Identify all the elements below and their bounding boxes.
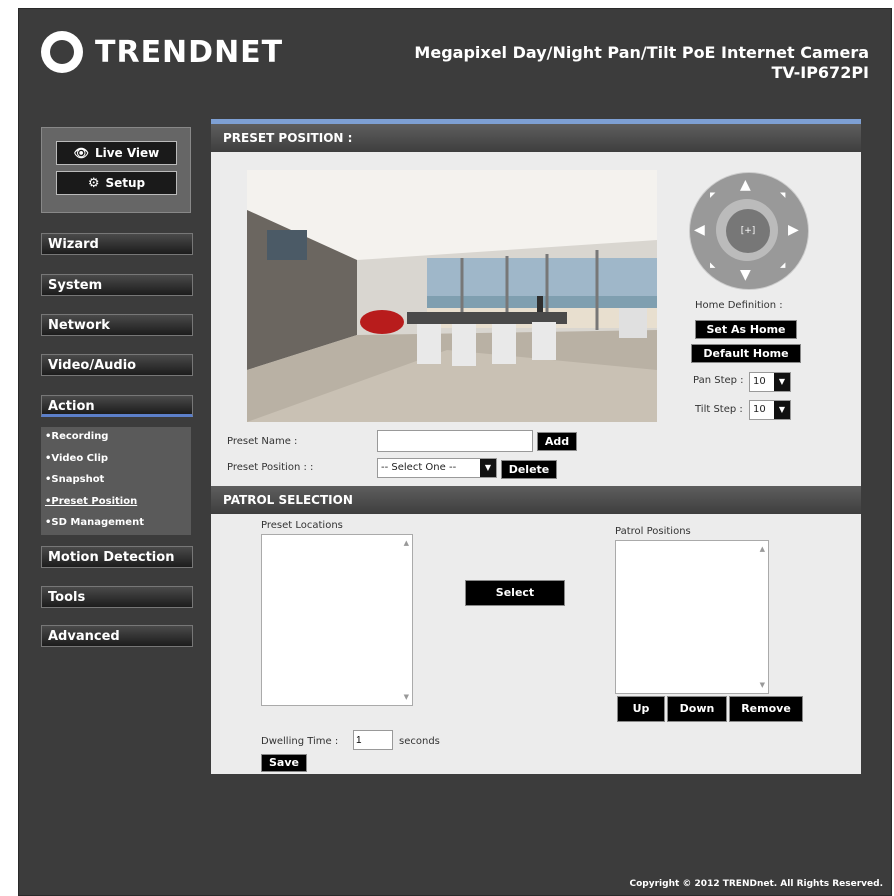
pan-step-select[interactable]: 10 ▼ (749, 372, 791, 392)
dwelling-time-input[interactable] (353, 730, 393, 750)
save-button[interactable]: Save (261, 754, 307, 772)
chevron-down-icon: ▼ (774, 401, 790, 419)
nav-motion-detection[interactable]: Motion Detection (41, 546, 193, 568)
delete-button[interactable]: Delete (501, 460, 557, 479)
preset-name-input[interactable] (377, 430, 533, 452)
dwelling-time-unit: seconds (399, 736, 440, 747)
nav-system[interactable]: System (41, 274, 193, 296)
nav-tools[interactable]: Tools (41, 586, 193, 608)
tilt-step-label: Tilt Step : (695, 404, 743, 415)
ptz-left-arrow-icon[interactable]: ◀ (694, 222, 705, 238)
ptz-center-button[interactable]: [+] (726, 209, 770, 253)
dwelling-time-label: Dwelling Time : (261, 736, 339, 747)
patrol-selection-header: PATROL SELECTION (211, 486, 861, 514)
app-frame: TRENDNET Megapixel Day/Night Pan/Tilt Po… (18, 8, 892, 896)
trendnet-logo: TRENDNET (41, 31, 283, 73)
scroll-down-icon[interactable]: ▼ (404, 693, 409, 701)
ptz-up-left-arrow-icon[interactable]: ◤ (710, 191, 715, 199)
preset-position-header: PRESET POSITION : (211, 124, 861, 152)
ptz-down-left-arrow-icon[interactable]: ◣ (710, 261, 715, 269)
chevron-down-icon: ▼ (774, 373, 790, 391)
preset-name-label: Preset Name : (227, 436, 298, 447)
preset-locations-list[interactable]: ▲ ▼ (261, 534, 413, 706)
patrol-positions-label: Patrol Positions (615, 526, 691, 537)
set-as-home-button[interactable]: Set As Home (695, 320, 797, 339)
eye-icon: 👁 (73, 146, 89, 160)
ptz-control: [+] ▲ ▼ ◀ ▶ ◤ ◥ ◣ ◢ (689, 172, 809, 290)
pan-step-value: 10 (753, 376, 766, 387)
ptz-up-arrow-icon[interactable]: ▲ (740, 177, 751, 193)
setup-button[interactable]: ⚙ Setup (56, 171, 177, 195)
scroll-down-icon[interactable]: ▼ (760, 681, 765, 689)
preset-position-label: Preset Position : : (227, 462, 314, 473)
nav-network[interactable]: Network (41, 314, 193, 336)
submenu-recording[interactable]: •Recording (41, 427, 191, 449)
camera-live-image (247, 170, 657, 422)
live-view-label: Live View (94, 146, 160, 160)
product-model: TV-IP672PI (771, 63, 869, 82)
pan-step-label: Pan Step : (693, 375, 744, 386)
main-content: PRESET POSITION : [+] ▲ ▼ ◀ ▶ ◤ ◥ ◣ ◢ Ho… (211, 119, 861, 774)
remove-button[interactable]: Remove (729, 696, 803, 722)
select-button[interactable]: Select (465, 580, 565, 606)
scroll-up-icon[interactable]: ▲ (760, 545, 765, 553)
nav-action[interactable]: Action (41, 395, 193, 417)
nav-video-audio[interactable]: Video/Audio (41, 354, 193, 376)
ptz-center-label: [+] (740, 226, 756, 236)
setup-label: Setup (105, 176, 146, 190)
logo-icon (41, 31, 83, 73)
ptz-down-arrow-icon[interactable]: ▼ (740, 267, 751, 283)
default-home-button[interactable]: Default Home (691, 344, 801, 363)
add-button[interactable]: Add (537, 432, 577, 451)
tilt-step-value: 10 (753, 404, 766, 415)
submenu-sd-management[interactable]: •SD Management (41, 513, 191, 535)
action-submenu: •Recording •Video Clip •Snapshot •Preset… (41, 427, 191, 535)
scroll-up-icon[interactable]: ▲ (404, 539, 409, 547)
nav-advanced[interactable]: Advanced (41, 625, 193, 647)
chevron-down-icon: ▼ (480, 459, 496, 477)
submenu-video-clip[interactable]: •Video Clip (41, 449, 191, 471)
tilt-step-select[interactable]: 10 ▼ (749, 400, 791, 420)
product-title: Megapixel Day/Night Pan/Tilt PoE Interne… (414, 43, 869, 83)
view-mode-panel: 👁 Live View ⚙ Setup (41, 127, 191, 213)
preset-locations-label: Preset Locations (261, 520, 343, 531)
room-scene-image (247, 170, 657, 422)
gear-icon: ⚙ (87, 175, 100, 191)
ptz-right-arrow-icon[interactable]: ▶ (788, 222, 799, 238)
preset-position-value: -- Select One -- (381, 462, 457, 473)
submenu-snapshot[interactable]: •Snapshot (41, 470, 191, 492)
home-definition-label: Home Definition : (695, 300, 783, 311)
up-button[interactable]: Up (617, 696, 665, 722)
down-button[interactable]: Down (667, 696, 727, 722)
copyright-text: Copyright © 2012 TRENDnet. All Rights Re… (629, 879, 884, 889)
patrol-positions-list[interactable]: ▲ ▼ (615, 540, 769, 694)
preset-position-select[interactable]: -- Select One -- ▼ (377, 458, 497, 478)
product-name: Megapixel Day/Night Pan/Tilt PoE Interne… (414, 43, 869, 62)
nav-wizard[interactable]: Wizard (41, 233, 193, 255)
ptz-down-right-arrow-icon[interactable]: ◢ (780, 261, 785, 269)
submenu-preset-position[interactable]: •Preset Position (41, 492, 191, 514)
ptz-up-right-arrow-icon[interactable]: ◥ (780, 191, 785, 199)
brand-name: TRENDNET (95, 34, 284, 70)
live-view-button[interactable]: 👁 Live View (56, 141, 177, 165)
